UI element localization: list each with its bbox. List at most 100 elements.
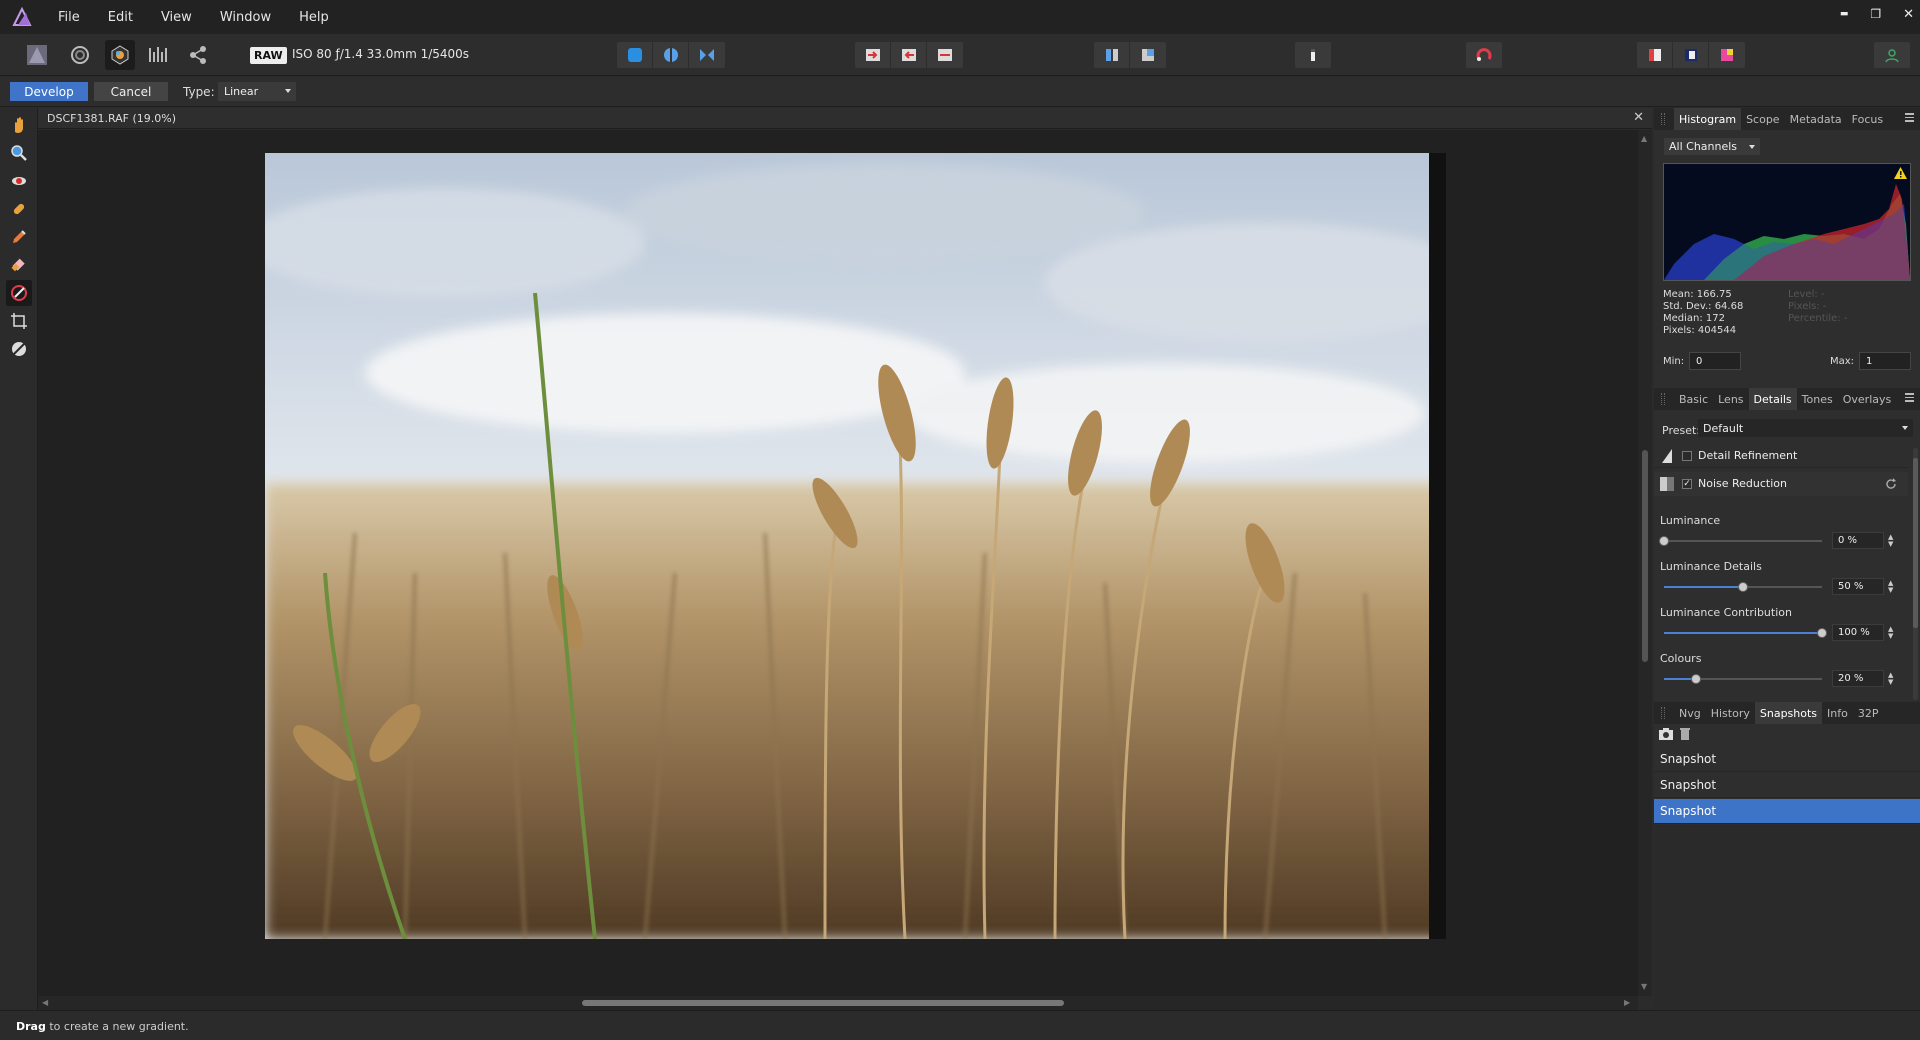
minimize-icon[interactable]: ▬ bbox=[1840, 9, 1849, 19]
brush-tool-icon[interactable] bbox=[6, 224, 32, 250]
luminance-slider-knob[interactable] bbox=[1659, 536, 1669, 546]
persona-photo-button[interactable] bbox=[22, 40, 52, 70]
luminance-spinner-icon[interactable]: ▲ ▼ bbox=[1888, 534, 1896, 548]
tab-histogram[interactable]: Histogram bbox=[1674, 108, 1742, 130]
luminance-contribution-slider[interactable] bbox=[1664, 628, 1827, 638]
document-tab[interactable]: DSCF1381.RAF (19.0%) ✕ bbox=[38, 108, 1652, 129]
preset-select[interactable]: Default bbox=[1698, 419, 1913, 437]
luminance-details-value[interactable]: 50 % bbox=[1832, 578, 1884, 595]
panel-grip[interactable] bbox=[1661, 707, 1665, 719]
zoom-tool-icon[interactable] bbox=[6, 140, 32, 166]
canvas[interactable] bbox=[38, 130, 1638, 996]
snapshot-item[interactable]: Snapshot bbox=[1654, 773, 1920, 798]
scroll-down-icon[interactable]: ▼ bbox=[1641, 982, 1647, 991]
luminance-contribution-value[interactable]: 100 % bbox=[1832, 624, 1884, 641]
cancel-button[interactable]: Cancel bbox=[94, 82, 168, 101]
type-select[interactable]: Linear bbox=[218, 82, 296, 101]
persona-develop-button[interactable] bbox=[105, 40, 135, 70]
panel-grip[interactable] bbox=[1661, 113, 1665, 125]
swap-view-icon[interactable] bbox=[1130, 42, 1166, 68]
luminance-contribution-spinner-icon[interactable]: ▲ ▼ bbox=[1888, 626, 1896, 640]
menu-help[interactable]: Help bbox=[285, 10, 343, 25]
menu-window[interactable]: Window bbox=[206, 10, 285, 25]
share-icon[interactable] bbox=[183, 40, 213, 70]
colours-spinner-icon[interactable]: ▲ ▼ bbox=[1888, 672, 1896, 686]
tab-info[interactable]: Info bbox=[1822, 702, 1853, 724]
menu-edit[interactable]: Edit bbox=[94, 10, 147, 25]
horizontal-scrollbar[interactable]: ◀ ▶ bbox=[38, 996, 1638, 1010]
mirror-view-icon[interactable] bbox=[689, 42, 725, 68]
scroll-up-icon[interactable]: ▲ bbox=[1641, 134, 1647, 143]
persona-liquify-button[interactable] bbox=[65, 40, 95, 70]
tab-metadata[interactable]: Metadata bbox=[1785, 108, 1847, 130]
tab-details[interactable]: Details bbox=[1748, 388, 1797, 410]
panel-menu-icon[interactable] bbox=[1905, 113, 1914, 122]
noise-reduction-row[interactable]: ✓ Noise Reduction bbox=[1654, 472, 1908, 496]
horizontal-scroll-thumb[interactable] bbox=[582, 1000, 1064, 1006]
clip-highlights-icon[interactable] bbox=[855, 42, 891, 68]
tab-overlays[interactable]: Overlays bbox=[1838, 388, 1897, 410]
single-view-icon[interactable] bbox=[617, 42, 653, 68]
reset-icon[interactable] bbox=[1885, 478, 1897, 490]
snapshot-item[interactable]: Snapshot bbox=[1654, 747, 1920, 772]
snapshot-item-selected[interactable]: Snapshot bbox=[1654, 799, 1920, 824]
restore-icon[interactable]: ❐ bbox=[1870, 7, 1881, 21]
tab-history[interactable]: History bbox=[1706, 702, 1755, 724]
gradient-tool-icon[interactable] bbox=[6, 280, 32, 306]
tab-32p[interactable]: 32P bbox=[1853, 702, 1884, 724]
colours-slider-knob[interactable] bbox=[1690, 674, 1701, 684]
user-icon[interactable] bbox=[1874, 42, 1910, 68]
tab-scope[interactable]: Scope bbox=[1741, 108, 1785, 130]
panel-menu-icon[interactable] bbox=[1905, 393, 1914, 402]
luminance-details-slider-knob[interactable] bbox=[1738, 582, 1748, 592]
persona-tonemap-button[interactable] bbox=[143, 40, 173, 70]
channels-select[interactable]: All Channels bbox=[1664, 138, 1760, 155]
rgb-icon[interactable] bbox=[1637, 42, 1673, 68]
vertical-scrollbar[interactable]: ▲ ▼ bbox=[1638, 130, 1652, 996]
luminance-contribution-slider-knob[interactable] bbox=[1817, 628, 1827, 638]
luminance-slider[interactable] bbox=[1659, 536, 1822, 546]
menu-view[interactable]: View bbox=[147, 10, 206, 25]
scroll-right-icon[interactable]: ▶ bbox=[1624, 998, 1630, 1007]
affinity-logo-icon[interactable] bbox=[0, 0, 44, 34]
assistant-icon[interactable] bbox=[1466, 42, 1502, 68]
tab-snapshots[interactable]: Snapshots bbox=[1754, 702, 1823, 724]
hand-tool-icon[interactable] bbox=[6, 112, 32, 138]
develop-panel-scroll-thumb[interactable] bbox=[1913, 458, 1918, 628]
max-input[interactable]: 1 bbox=[1859, 352, 1911, 370]
erase-brush-tool-icon[interactable] bbox=[6, 252, 32, 278]
close-icon[interactable]: ✕ bbox=[1903, 7, 1914, 22]
detail-refinement-checkbox[interactable] bbox=[1682, 451, 1692, 461]
luminance-details-spinner-icon[interactable]: ▲ ▼ bbox=[1888, 580, 1896, 594]
colours-slider[interactable] bbox=[1664, 674, 1822, 684]
luminance-value[interactable]: 0 % bbox=[1832, 532, 1884, 549]
close-document-icon[interactable]: ✕ bbox=[1633, 110, 1644, 125]
blemish-tool-icon[interactable] bbox=[6, 196, 32, 222]
tab-focus[interactable]: Focus bbox=[1847, 108, 1888, 130]
clip-shadows-icon[interactable] bbox=[891, 42, 927, 68]
gamut-icon[interactable] bbox=[1709, 42, 1745, 68]
profile-icon[interactable] bbox=[1673, 42, 1709, 68]
camera-icon[interactable] bbox=[1658, 727, 1674, 741]
red-eye-tool-icon[interactable] bbox=[6, 168, 32, 194]
luminance-details-slider[interactable] bbox=[1664, 582, 1822, 592]
crop-tool-icon[interactable] bbox=[6, 308, 32, 334]
vertical-scroll-thumb[interactable] bbox=[1642, 450, 1648, 662]
panel-grip[interactable] bbox=[1661, 393, 1665, 405]
tab-lens[interactable]: Lens bbox=[1713, 388, 1748, 410]
menu-file[interactable]: File bbox=[44, 10, 94, 25]
tab-tones[interactable]: Tones bbox=[1797, 388, 1838, 410]
clip-tones-icon[interactable] bbox=[927, 42, 963, 68]
tab-navigator[interactable]: Nvg bbox=[1674, 702, 1706, 724]
min-input[interactable]: 0 bbox=[1689, 352, 1741, 370]
colours-value[interactable]: 20 % bbox=[1832, 670, 1884, 687]
detail-refinement-row[interactable]: Detail Refinement bbox=[1654, 444, 1908, 468]
trash-icon[interactable] bbox=[1679, 727, 1691, 741]
develop-panel-scrollbar[interactable] bbox=[1913, 448, 1918, 700]
split-view-icon[interactable] bbox=[653, 42, 689, 68]
info-icon[interactable] bbox=[1295, 42, 1331, 68]
noise-reduction-checkbox[interactable]: ✓ bbox=[1682, 479, 1692, 489]
photo-wheat-field[interactable] bbox=[265, 153, 1446, 939]
develop-button[interactable]: Develop bbox=[10, 82, 88, 101]
white-balance-tool-icon[interactable] bbox=[6, 336, 32, 362]
